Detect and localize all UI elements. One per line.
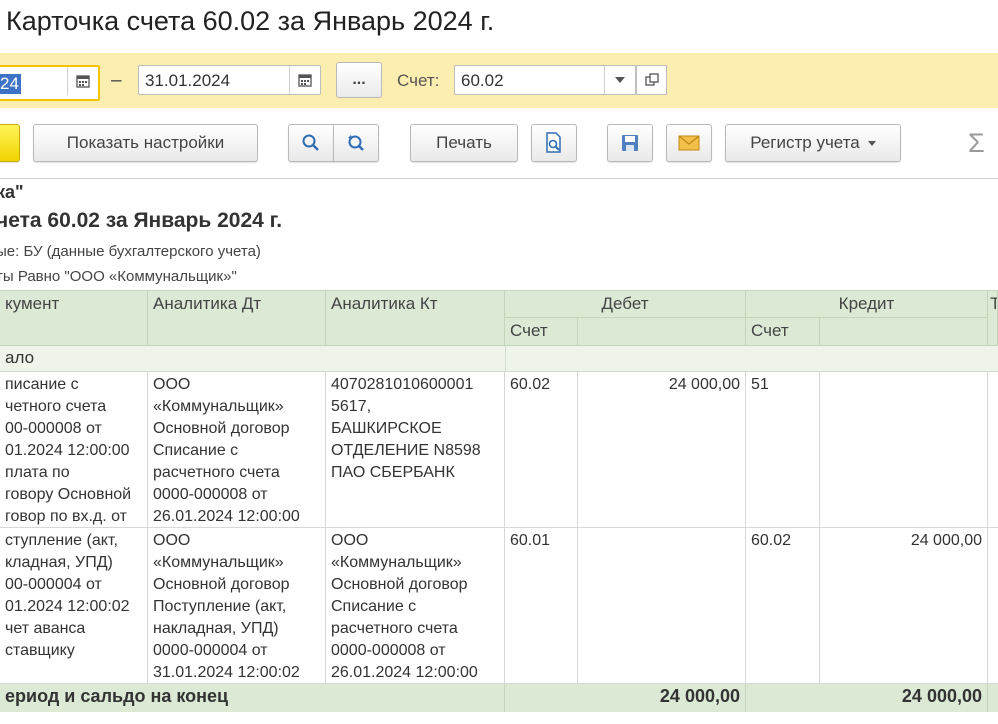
calendar-icon[interactable]	[67, 67, 98, 95]
report-data-line: ые: БУ (данные бухгалтерского учета)	[0, 243, 261, 260]
chevron-down-icon	[867, 140, 876, 146]
organization-name: ка"	[0, 182, 24, 202]
totals-credit: 24 000,00	[746, 684, 988, 712]
header-debit: Дебет	[505, 291, 746, 318]
start-date-field[interactable]: 24	[0, 65, 100, 101]
save-icon	[622, 135, 638, 151]
row2-debit-amount	[578, 528, 746, 684]
row1-credit-amount	[820, 372, 988, 528]
row2-credit-amount: 24 000,00	[820, 528, 988, 684]
header-credit-account: Счет	[746, 318, 820, 346]
save-button[interactable]	[607, 124, 653, 162]
print-button[interactable]: Печать	[410, 124, 518, 162]
opening-balance-label: ало	[0, 346, 505, 372]
row1-analytics-dt: ООО «Коммунальщик» Основной договор Спис…	[148, 372, 326, 528]
totals-extra	[988, 684, 998, 712]
dropdown-arrow-icon[interactable]	[604, 66, 635, 94]
search-again-button[interactable]	[333, 124, 379, 162]
search-refresh-icon	[348, 135, 364, 151]
end-date-field[interactable]: 31.01.2024	[138, 65, 321, 95]
calendar-icon[interactable]	[289, 66, 320, 94]
row2-analytics-dt: ООО «Коммунальщик» Основной договор Пост…	[148, 528, 326, 684]
account-value[interactable]: 60.02	[461, 71, 504, 91]
open-window-icon	[644, 73, 659, 86]
search-button[interactable]	[288, 124, 334, 162]
header-credit: Кредит	[746, 291, 988, 318]
date-range-dash: –	[111, 70, 122, 91]
start-date-value[interactable]: 24	[0, 74, 21, 94]
row2-document[interactable]: ступление (акт, кладная, УПД) 00-000004 …	[0, 528, 148, 684]
header-debit-amount	[578, 318, 746, 346]
row1-debit-account: 60.02	[505, 372, 578, 528]
account-field[interactable]: 60.02	[454, 65, 636, 95]
header-analytics-dt: Аналитика Дт	[148, 291, 326, 346]
row2-analytics-kt: ООО «Коммунальщик» Основной договор Спис…	[326, 528, 505, 684]
header-credit-amount	[820, 318, 988, 346]
show-settings-button[interactable]: Показать настройки	[33, 124, 258, 162]
sum-icon[interactable]: Σ	[968, 128, 985, 159]
totals-debit: 24 000,00	[505, 684, 746, 712]
search-icon	[302, 134, 319, 151]
header-analytics-kt: Аналитика Кт	[326, 291, 505, 346]
row1-document[interactable]: писание с четного счета 00-000008 от 01.…	[0, 372, 148, 528]
row2-extra	[988, 528, 998, 684]
totals-label: ериод и сальдо на конец	[0, 684, 505, 712]
header-extra: Т	[988, 291, 998, 346]
generate-button[interactable]	[0, 124, 20, 162]
register-dropdown-button[interactable]: Регистр учета	[725, 124, 901, 162]
header-debit-account: Счет	[505, 318, 578, 346]
window-title: Карточка счета 60.02 за Январь 2024 г.	[6, 6, 495, 36]
account-label: Счет:	[397, 71, 440, 90]
opening-balance-values	[505, 346, 998, 372]
row2-debit-account: 60.01	[505, 528, 578, 684]
report-title: чета 60.02 за Январь 2024 г.	[0, 209, 283, 232]
report-filter-line: ты Равно "ООО «Коммунальщик»"	[0, 268, 237, 285]
end-date-value[interactable]: 31.01.2024	[145, 71, 230, 91]
envelope-icon	[678, 135, 700, 151]
print-preview-icon	[546, 132, 561, 153]
row1-extra	[988, 372, 998, 528]
send-email-button[interactable]	[666, 124, 712, 162]
row1-credit-account: 51	[746, 372, 820, 528]
preview-button[interactable]	[531, 124, 577, 162]
header-document: кумент	[0, 291, 148, 346]
row1-debit-amount: 24 000,00	[578, 372, 746, 528]
select-period-button[interactable]: ...	[336, 62, 382, 98]
row2-credit-account: 60.02	[746, 528, 820, 684]
row1-analytics-kt: 4070281010600001 5617, БАШКИРСКОЕ ОТДЕЛЕ…	[326, 372, 505, 528]
open-account-button[interactable]	[636, 65, 667, 95]
register-label: Регистр учета	[750, 133, 860, 152]
divider	[0, 178, 998, 179]
